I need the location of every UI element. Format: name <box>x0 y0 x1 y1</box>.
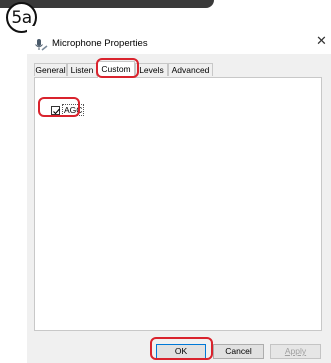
step-label: 5a <box>11 7 32 28</box>
tab-custom[interactable]: Custom <box>97 61 135 78</box>
cancel-button[interactable]: Cancel <box>213 344 264 359</box>
title-bar: Microphone Properties ✕ <box>27 26 331 54</box>
window-title: Microphone Properties <box>52 38 148 49</box>
agc-checkbox[interactable] <box>51 105 60 115</box>
apply-button[interactable]: Apply <box>270 344 321 359</box>
checkmark-icon <box>53 108 60 114</box>
microphone-icon <box>35 39 48 51</box>
agc-label: AGC <box>62 104 85 116</box>
tab-strip: General Listen Custom Levels Advanced <box>27 61 331 78</box>
close-icon[interactable]: ✕ <box>316 35 327 48</box>
tab-advanced[interactable]: Advanced <box>168 63 213 76</box>
tab-general[interactable]: General <box>34 63 67 76</box>
custom-tab-panel: AGC <box>34 77 322 331</box>
agc-checkbox-row[interactable]: AGC <box>51 104 85 116</box>
microphone-properties-dialog: Microphone Properties ✕ General Listen C… <box>27 26 331 363</box>
tab-listen[interactable]: Listen <box>67 63 97 76</box>
apply-label: Apply <box>284 346 307 356</box>
tab-levels[interactable]: Levels <box>135 63 168 76</box>
ok-button[interactable]: OK <box>156 344 206 359</box>
